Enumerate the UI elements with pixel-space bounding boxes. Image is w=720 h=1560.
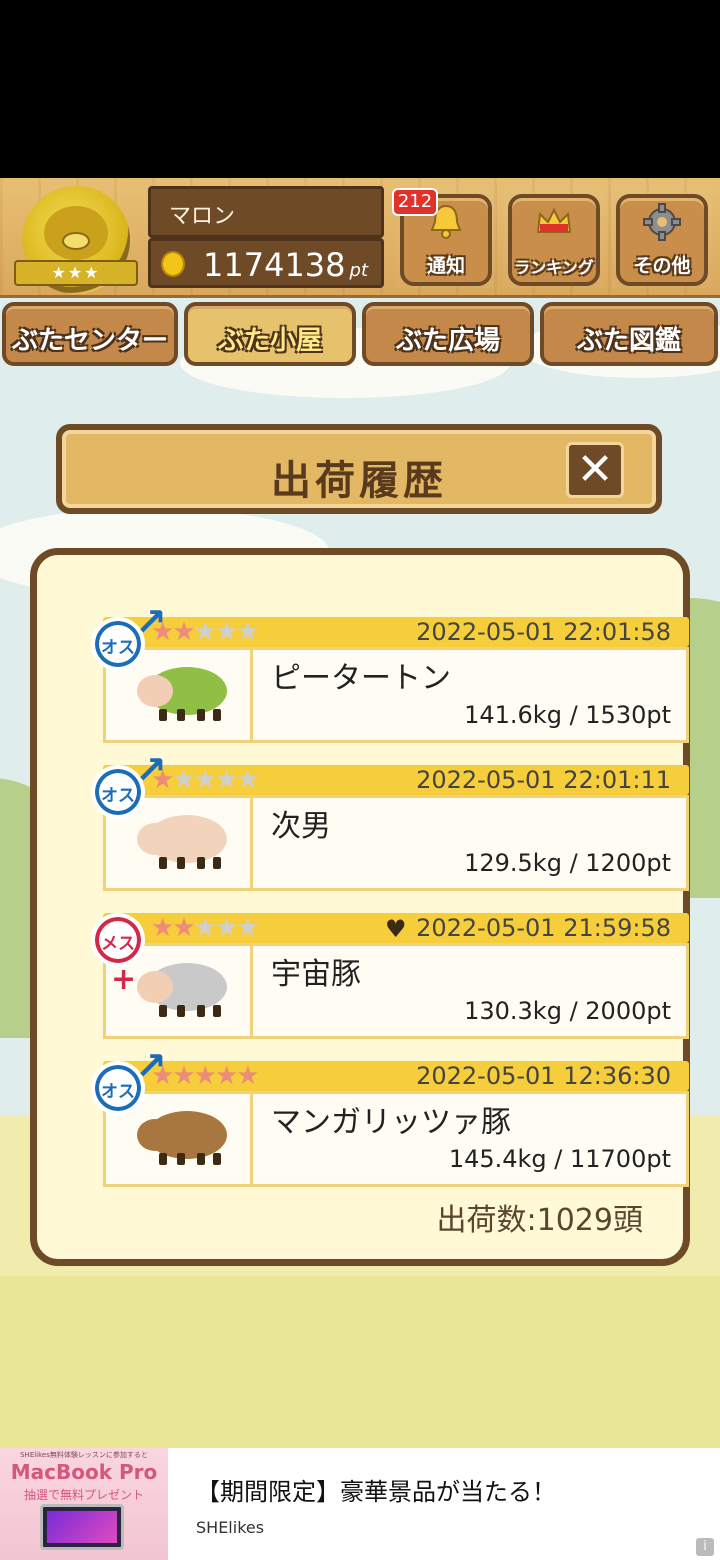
sex-label: メス <box>101 934 135 954</box>
ranking-button[interactable]: ランキング <box>504 188 604 288</box>
pig-weight-points: 130.3kg / 2000pt <box>464 997 671 1025</box>
history-entry[interactable]: メス + ★★★★★ ♥ 2022-05-01 21:59:58 宇宙豚 130.3kg /… <box>73 913 689 1039</box>
pig-weight-points: 141.6kg / 1530pt <box>464 701 671 729</box>
entry-date: 2022-05-01 22:01:58 <box>416 618 671 646</box>
tab-buta-hiroba[interactable]: ぶた広場 <box>362 302 534 366</box>
points-box: 1174138 pt <box>148 238 384 288</box>
pig-weight-points: 145.4kg / 11700pt <box>448 1145 671 1173</box>
male-icon: オス ↗ <box>91 1047 167 1115</box>
tab-buta-zukan[interactable]: ぶた図鑑 <box>540 302 718 366</box>
coin-icon <box>161 251 185 277</box>
notification-count-badge: 212 <box>392 188 438 216</box>
pig-icon <box>137 807 229 871</box>
pig-icon <box>137 659 229 723</box>
rarity-stars: ★★★★★ <box>151 617 260 647</box>
laptop-icon <box>40 1504 124 1550</box>
other-button[interactable]: その他 <box>612 188 712 288</box>
male-icon: オス ↗ <box>91 603 167 671</box>
ad-sponsor: SHElikes <box>196 1518 265 1537</box>
gear-icon <box>643 203 681 241</box>
tab-buta-koya[interactable]: ぶた小屋 <box>184 302 356 366</box>
entry-date: 2022-05-01 21:59:58 <box>416 914 671 942</box>
main-nav: ぶたセンター ぶた小屋 ぶた広場 ぶた図鑑 <box>0 298 720 370</box>
points-unit: pt <box>349 260 368 281</box>
close-button[interactable]: ✕ <box>566 442 624 498</box>
entry-date: 2022-05-01 12:36:30 <box>416 1062 671 1090</box>
history-entry[interactable]: オス ↗ ★★★★★ 2022-05-01 22:01:58 ピータートン 141.6kg… <box>73 603 689 743</box>
rarity-stars: ★★★★★ <box>151 1061 260 1091</box>
ad-title[interactable]: 【期間限定】豪華景品が当たる！ <box>196 1472 556 1507</box>
pig-name: マンガリッツァ豚 <box>271 1105 511 1140</box>
pig-name: 宇宙豚 <box>271 957 361 992</box>
shipping-history-panel: オス ↗ ★★★★★ 2022-05-01 22:01:58 ピータートン 141.6kg… <box>30 548 690 1266</box>
ad-image[interactable]: SHElikes無料体験レッスンに参加すると MacBook Pro 抽選で無料… <box>0 1448 168 1560</box>
grass <box>0 1276 720 1448</box>
entry-date: 2022-05-01 22:01:11 <box>416 766 671 794</box>
shipping-total: 出荷数:1029頭 <box>436 1203 643 1238</box>
points-value: 1174138 <box>203 246 346 284</box>
pig-weight-points: 129.5kg / 1200pt <box>464 849 671 877</box>
header: ★★★ マロン 1174138 pt 通知 212 ランキング その他 <box>0 178 720 298</box>
male-icon: オス ↗ <box>91 751 167 819</box>
rarity-stars: ★★★★★ <box>151 765 260 795</box>
rarity-stars: ★★★★★ <box>151 913 260 943</box>
pig-icon <box>137 955 229 1019</box>
ad-info-icon[interactable]: i <box>696 1538 714 1556</box>
pig-name: ピータートン <box>271 661 451 696</box>
ranking-label: ランキング <box>514 258 594 277</box>
rank-badge[interactable]: ★★★ <box>14 186 138 294</box>
crown-icon <box>536 207 572 233</box>
notification-label: 通知 <box>426 255 465 277</box>
pig-name: 次男 <box>271 809 331 844</box>
history-entry[interactable]: オス ↗ ★★★★★ 2022-05-01 22:01:11 次男 129.5kg / 1… <box>73 751 689 891</box>
heart-icon: ♥ <box>385 915 407 943</box>
rank-stars: ★★★ <box>14 260 138 286</box>
ad-banner[interactable]: SHElikes無料体験レッスンに参加すると MacBook Pro 抽選で無料… <box>0 1448 720 1560</box>
player-name-box: マロン <box>148 186 384 238</box>
pig-icon <box>137 1103 229 1167</box>
status-bar-area <box>0 0 720 178</box>
history-entry[interactable]: オス ↗ ★★★★★ 2022-05-01 12:36:30 マンガリッツァ豚 145.4… <box>73 1047 689 1187</box>
game-screen: ★★★ マロン 1174138 pt 通知 212 ランキング その他 ぶたセン… <box>0 178 720 1448</box>
player-name: マロン <box>169 204 236 229</box>
tab-buta-center[interactable]: ぶたセンター <box>2 302 178 366</box>
other-label: その他 <box>633 255 691 277</box>
female-icon: メス + <box>91 913 145 995</box>
